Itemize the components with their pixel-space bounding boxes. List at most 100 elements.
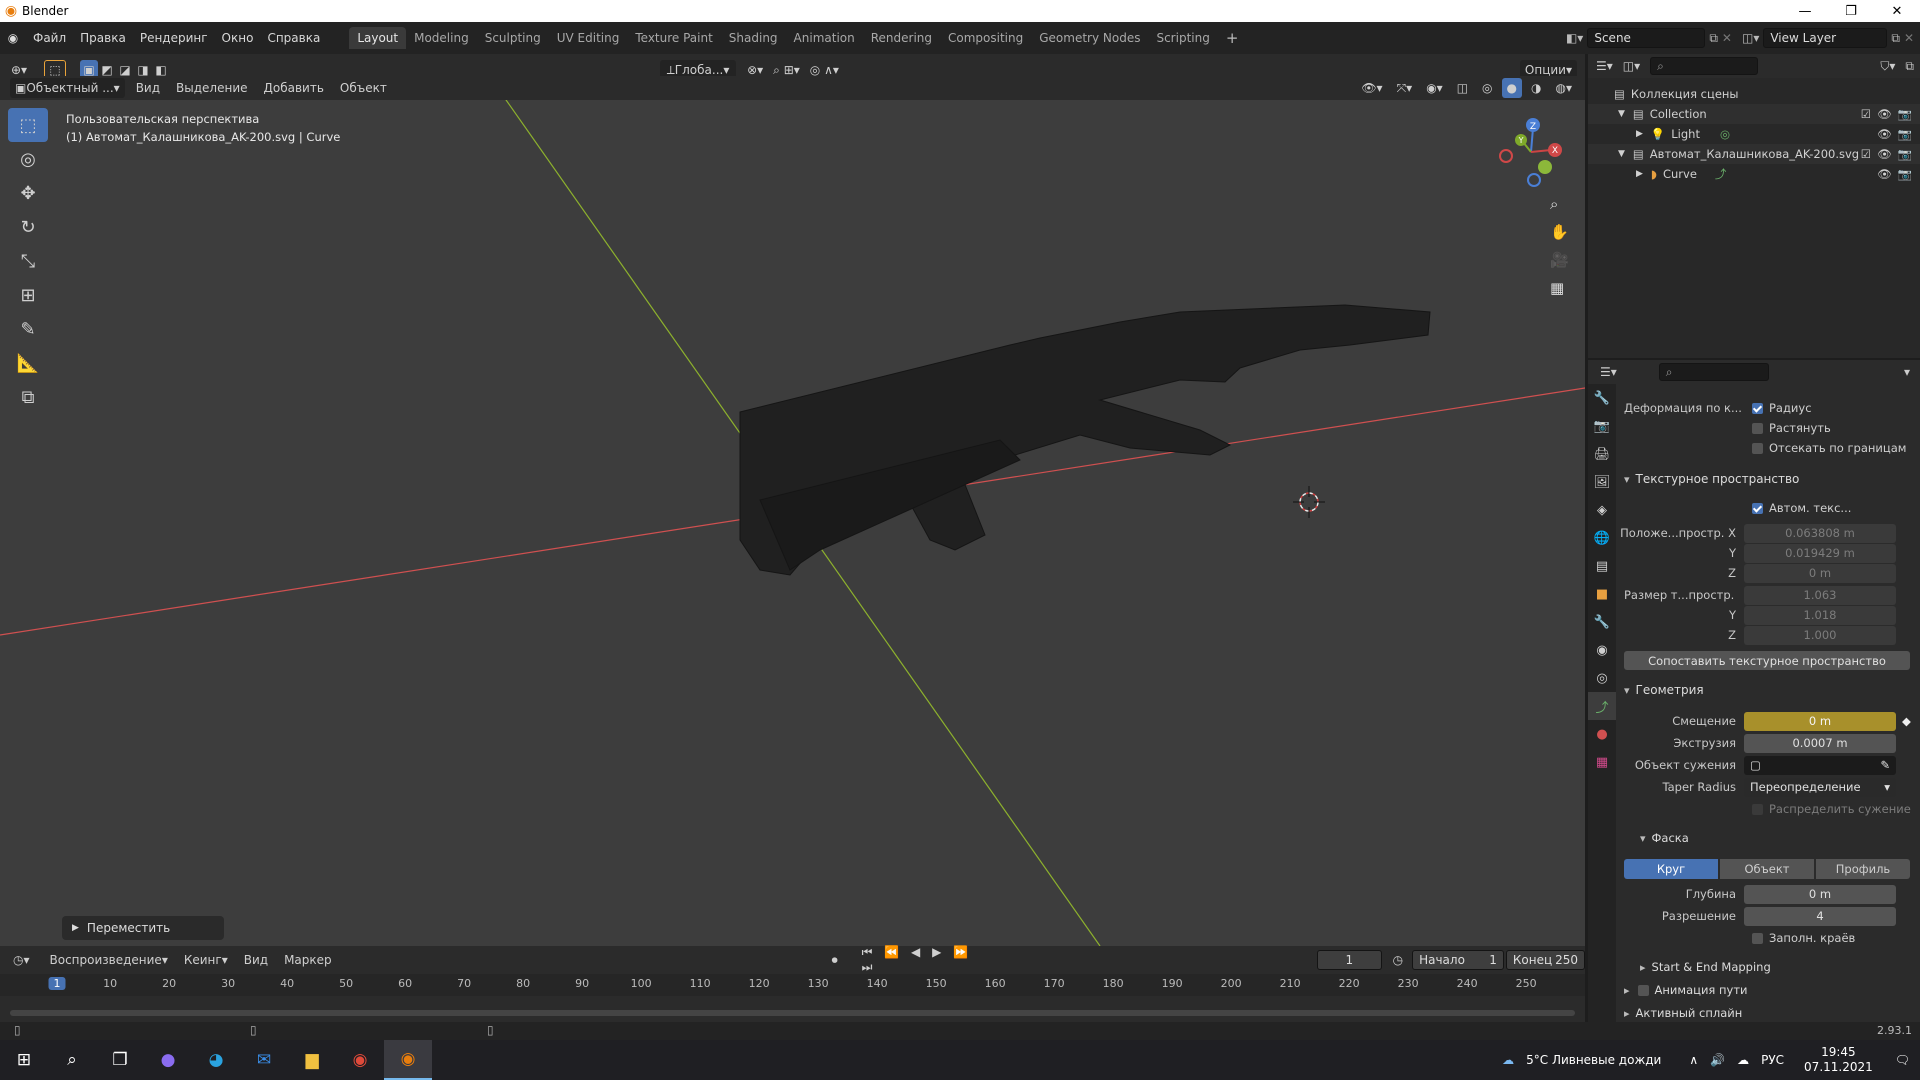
bevel-object-button[interactable]: Объект xyxy=(1720,859,1814,879)
include-checkbox-icon[interactable]: ☑ xyxy=(1861,107,1871,121)
loc-x-field[interactable]: 0.063808 m xyxy=(1744,523,1896,543)
loc-y-field[interactable]: 0.019429 m xyxy=(1744,543,1896,563)
outliner-editor-icon[interactable]: ☰▾ xyxy=(1596,59,1613,73)
tray-chevron-icon[interactable]: ∧ xyxy=(1689,1053,1698,1067)
stretch-checkbox[interactable] xyxy=(1752,422,1763,434)
bevel-round-button[interactable]: Круг xyxy=(1624,859,1718,879)
annotate-tool-icon[interactable]: ✎ xyxy=(8,312,48,346)
menu-view[interactable]: Вид xyxy=(131,78,165,98)
add-workspace-icon[interactable]: + xyxy=(1218,29,1247,47)
timeline-editor-icon[interactable]: ◷▾ xyxy=(8,950,35,970)
world-tab-icon[interactable]: 🌐 xyxy=(1588,524,1616,552)
gizmo-icon[interactable]: ⤧▾ xyxy=(1392,78,1418,98)
keying-menu[interactable]: Кеинг ▾ xyxy=(179,950,233,970)
timeline-scrollbar[interactable] xyxy=(10,1010,1575,1016)
resolution-field[interactable]: 4 xyxy=(1744,906,1896,926)
tab-shading[interactable]: Shading xyxy=(721,27,786,49)
display-mode-icon[interactable]: ◫▾ xyxy=(1623,59,1640,73)
menu-window[interactable]: Окно xyxy=(215,31,261,45)
chrome-icon[interactable]: ◉ xyxy=(336,1040,384,1080)
path-animation-checkbox[interactable] xyxy=(1637,984,1649,996)
close-button[interactable]: ✕ xyxy=(1874,0,1920,22)
outliner-item-curve[interactable]: ▶ ◗ Curve ⤴ 👁 📷 xyxy=(1588,164,1920,184)
scene-tab-icon[interactable]: ◈ xyxy=(1588,496,1616,524)
scale-tool-icon[interactable]: ⤡ xyxy=(8,244,48,278)
tab-rendering[interactable]: Rendering xyxy=(863,27,940,49)
weather-label[interactable]: 5°C Ливневые дожди xyxy=(1526,1053,1661,1067)
physics-tab-icon[interactable]: ◎ xyxy=(1588,664,1616,692)
radius-checkbox[interactable] xyxy=(1752,402,1763,414)
tab-modeling[interactable]: Modeling xyxy=(406,27,477,49)
start-end-mapping-header[interactable]: Start & End Mapping xyxy=(1640,960,1771,974)
file-explorer-icon[interactable]: ▆ xyxy=(288,1040,336,1080)
collection-tab-icon[interactable]: ▤ xyxy=(1588,552,1616,580)
menu-help[interactable]: Справка xyxy=(260,31,327,45)
menu-select[interactable]: Выделение xyxy=(171,78,252,98)
visibility-icon[interactable]: 👁▾ xyxy=(1356,78,1387,98)
include-checkbox-icon[interactable]: ☑ xyxy=(1861,147,1871,161)
preview-range-icon[interactable]: ◷ xyxy=(1388,950,1408,970)
move-tool-icon[interactable]: ✥ xyxy=(8,176,48,210)
task-view-icon[interactable]: ❐ xyxy=(96,1040,144,1080)
new-collection-icon[interactable]: ⧉ xyxy=(1905,59,1914,74)
view-layer-field[interactable]: View Layer xyxy=(1763,28,1888,48)
bevel-profile-button[interactable]: Профиль xyxy=(1816,859,1910,879)
match-texspace-button[interactable]: Сопоставить текстурное пространство xyxy=(1624,651,1910,670)
record-icon[interactable]: ⏺ xyxy=(827,950,843,970)
windows-start-icon[interactable]: ⊞ xyxy=(0,1040,48,1080)
size-x-field[interactable]: 1.063 xyxy=(1744,585,1896,605)
output-tab-icon[interactable]: 🖨 xyxy=(1588,440,1616,468)
ortho-grid-icon[interactable]: ▦ xyxy=(1550,279,1569,297)
outliner-item-light[interactable]: ▶ 💡 Light ◎ 👁 📷 xyxy=(1588,124,1920,144)
camera-view-icon[interactable]: 🎥 xyxy=(1550,251,1569,269)
minimize-button[interactable]: — xyxy=(1782,0,1828,22)
tab-texture-paint[interactable]: Texture Paint xyxy=(627,27,720,49)
current-frame-field[interactable]: 1 xyxy=(1316,950,1382,970)
texspace-section-header[interactable]: Текстурное пространство xyxy=(1624,472,1800,486)
measure-tool-icon[interactable]: 📐 xyxy=(8,346,48,380)
marker-menu[interactable]: Маркер xyxy=(279,950,337,970)
tab-animation[interactable]: Animation xyxy=(786,27,863,49)
tab-compositing[interactable]: Compositing xyxy=(940,27,1031,49)
start-frame-field[interactable]: Начало 1 xyxy=(1412,950,1504,970)
xray-icon[interactable]: ◫ xyxy=(1452,78,1473,98)
outliner-item-collection[interactable]: ▼ ▤ Collection ☑ 👁 📷 xyxy=(1588,104,1920,124)
menu-render[interactable]: Рендеринг xyxy=(133,31,215,45)
blender-taskbar-icon[interactable]: ◉ xyxy=(384,1040,432,1080)
last-operator-panel[interactable]: ▶ Переместить xyxy=(62,916,224,940)
navigation-gizmo[interactable]: Z Y X xyxy=(1499,118,1562,187)
tab-scripting[interactable]: Scripting xyxy=(1148,27,1217,49)
taper-object-field[interactable]: ▢ ✎ xyxy=(1744,755,1896,775)
texture-tab-icon[interactable]: ▦ xyxy=(1588,748,1616,776)
outliner-search-input[interactable]: ⌕ xyxy=(1650,57,1759,75)
maximize-button[interactable]: ❐ xyxy=(1828,0,1874,22)
eye-icon[interactable]: 👁 xyxy=(1877,127,1892,141)
menu-object[interactable]: Объект xyxy=(335,78,392,98)
material-tab-icon[interactable]: ● xyxy=(1588,720,1616,748)
material-shading-icon[interactable]: ◑ xyxy=(1526,78,1546,98)
camera-render-icon[interactable]: 📷 xyxy=(1898,107,1912,121)
transform-tool-icon[interactable]: ⊞ xyxy=(8,278,48,312)
search-icon[interactable]: ⌕ xyxy=(48,1040,96,1080)
weather-icon[interactable]: ☁ xyxy=(1502,1053,1514,1067)
overlay-icon[interactable]: ◉▾ xyxy=(1421,78,1448,98)
zoom-icon[interactable]: ⌕ xyxy=(1550,195,1569,213)
wireframe-shading-icon[interactable]: ◎ xyxy=(1477,78,1497,98)
fill-caps-checkbox[interactable] xyxy=(1752,932,1763,944)
camera-render-icon[interactable]: 📷 xyxy=(1898,147,1912,161)
camera-render-icon[interactable]: 📷 xyxy=(1898,167,1912,181)
clock[interactable]: 19:45 07.11.2021 xyxy=(1804,1045,1873,1075)
scene-icon[interactable]: ◧▾ xyxy=(1566,31,1583,45)
delete-scene-icon[interactable]: ✕ xyxy=(1722,31,1732,45)
filter-icon[interactable]: ⛉▾ xyxy=(1880,59,1895,74)
outliner-item-ak200-collection[interactable]: ▼ ▤ Автомат_Калашникова_AK-200.svg ☑ 👁 📷 xyxy=(1588,144,1920,164)
tab-sculpting[interactable]: Sculpting xyxy=(477,27,549,49)
select-box-icon[interactable]: ⬚ xyxy=(8,108,48,142)
view-layer-icon[interactable]: ◫▾ xyxy=(1742,31,1759,45)
eye-icon[interactable]: 👁 xyxy=(1877,167,1892,181)
rotate-tool-icon[interactable]: ↻ xyxy=(8,210,48,244)
auto-texspace-checkbox[interactable] xyxy=(1752,502,1763,514)
keyframe-icon[interactable]: ◆ xyxy=(1902,714,1911,728)
tab-layout[interactable]: Layout xyxy=(349,27,407,49)
depth-field[interactable]: 0 m xyxy=(1744,884,1896,904)
